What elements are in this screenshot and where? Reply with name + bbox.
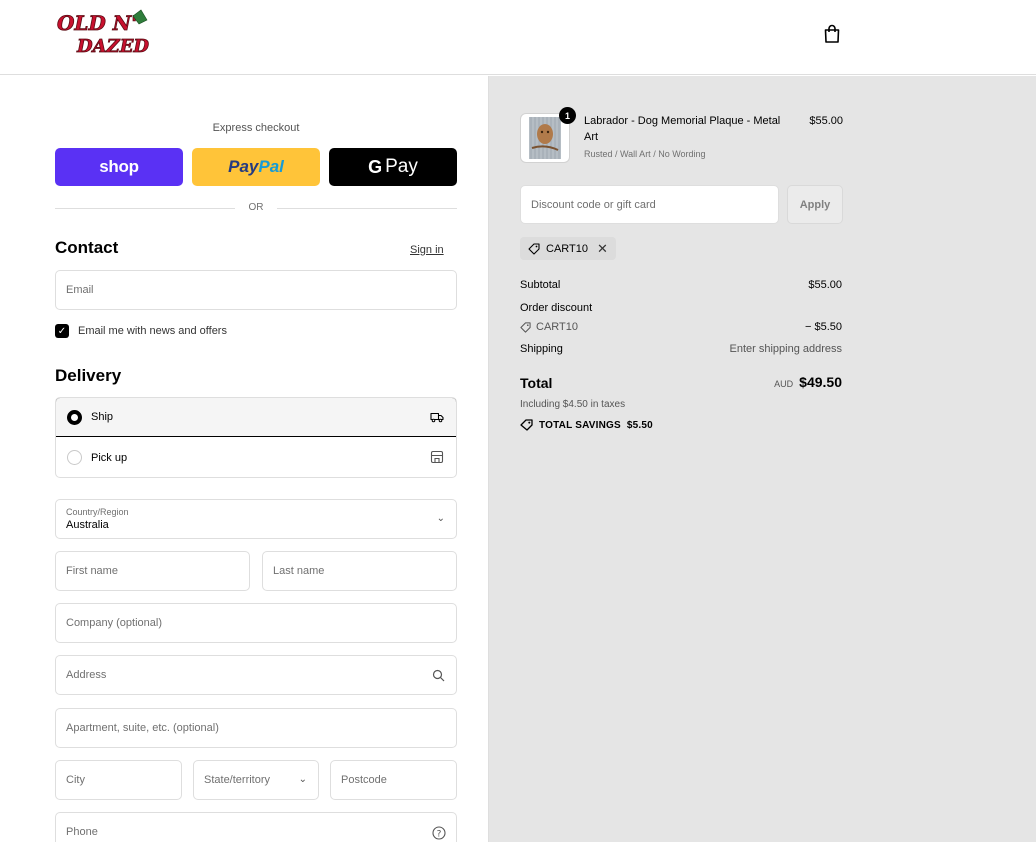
- truck-icon: [430, 412, 444, 423]
- country-label: Country/Region: [66, 506, 129, 517]
- apply-discount-button[interactable]: Apply: [787, 185, 843, 224]
- email-field[interactable]: Email: [55, 270, 457, 310]
- ship-label: Ship: [91, 411, 114, 423]
- city-placeholder: City: [66, 774, 85, 786]
- apartment-field[interactable]: Apartment, suite, etc. (optional): [55, 708, 457, 748]
- country-value: Australia: [66, 518, 109, 531]
- email-placeholder: Email: [66, 284, 94, 296]
- google-pay-label: Pay: [385, 156, 418, 177]
- remove-discount-icon[interactable]: ✕: [597, 241, 608, 257]
- total-amount: AUD $49.50: [774, 374, 842, 390]
- express-checkout-label: Express checkout: [212, 122, 300, 134]
- savings-value: $5.50: [626, 419, 653, 431]
- shop-pay-button[interactable]: shop: [55, 148, 183, 186]
- google-pay-button[interactable]: G Pay: [329, 148, 457, 186]
- news-checkbox[interactable]: ✓: [55, 324, 69, 338]
- help-icon[interactable]: ?: [432, 826, 446, 840]
- apartment-placeholder: Apartment, suite, etc. (optional): [66, 722, 219, 734]
- order-discount-label: Order discount: [520, 302, 593, 314]
- paypal-label-part1: Pay: [228, 157, 259, 176]
- ship-radio[interactable]: [67, 410, 82, 425]
- address-field[interactable]: Address: [55, 655, 457, 695]
- discount-code-label: CART10: [536, 321, 578, 333]
- savings-tag-icon: [520, 419, 533, 431]
- applied-code: CART10: [546, 242, 588, 255]
- total-label: Total: [520, 375, 553, 391]
- country-select[interactable]: Country/Region Australia ⌄: [55, 499, 457, 539]
- postcode-placeholder: Postcode: [341, 774, 387, 786]
- first-name-field[interactable]: First name: [55, 551, 250, 591]
- news-opt-in[interactable]: ✓ Email me with news and offers: [55, 324, 227, 338]
- phone-field[interactable]: Phone ?: [55, 812, 457, 842]
- discount-value: − $5.50: [804, 321, 842, 333]
- company-placeholder: Company (optional): [66, 617, 162, 629]
- phone-placeholder: Phone: [66, 826, 98, 838]
- cart-bag-icon[interactable]: [823, 24, 841, 44]
- state-placeholder: State/territory: [204, 774, 271, 786]
- subtotal-value: $55.00: [808, 279, 842, 291]
- contact-title: Contact: [55, 238, 119, 257]
- last-name-field[interactable]: Last name: [262, 551, 457, 591]
- or-divider: OR: [55, 202, 457, 214]
- paypal-button[interactable]: Pay Pal: [192, 148, 320, 186]
- discount-code-row: CART10: [520, 321, 578, 333]
- product-variant: Rusted / Wall Art / No Wording: [584, 149, 706, 159]
- discount-code-input[interactable]: Discount code or gift card: [520, 185, 779, 224]
- header: OLD N' DAZED: [0, 0, 1036, 75]
- pickup-label: Pick up: [91, 452, 128, 464]
- first-name-placeholder: First name: [66, 565, 118, 577]
- shop-pay-label: shop: [99, 157, 139, 176]
- quantity-badge: 1: [559, 107, 576, 124]
- svg-text:?: ?: [437, 829, 442, 839]
- shipping-value: Enter shipping address: [729, 343, 842, 355]
- company-field[interactable]: Company (optional): [55, 603, 457, 643]
- postcode-field[interactable]: Postcode: [330, 760, 457, 800]
- delivery-option-ship[interactable]: Ship: [56, 398, 456, 437]
- discount-placeholder: Discount code or gift card: [531, 198, 656, 211]
- shipping-label: Shipping: [520, 343, 563, 355]
- google-g-icon: G: [368, 156, 383, 177]
- or-label: OR: [248, 202, 264, 213]
- savings-label: TOTAL SAVINGS: [539, 419, 621, 431]
- delivery-title: Delivery: [55, 366, 122, 385]
- chevron-down-icon: ⌄: [436, 513, 445, 524]
- tag-icon: [520, 321, 531, 333]
- chevron-down-icon: ⌄: [298, 774, 307, 785]
- product-thumbnail: 1: [520, 107, 576, 163]
- total-savings: TOTAL SAVINGS $5.50: [520, 419, 653, 431]
- currency-code: AUD: [774, 379, 794, 389]
- state-select[interactable]: State/territory ⌄: [193, 760, 319, 800]
- tag-icon: [528, 242, 540, 255]
- tax-note: Including $4.50 in taxes: [520, 399, 626, 410]
- total-value: $49.50: [799, 374, 842, 390]
- store-icon: [430, 450, 444, 464]
- paypal-label-part2: Pal: [258, 157, 284, 176]
- order-summary: 1 Labrador - Dog Memorial Plaque - Metal…: [488, 76, 1036, 842]
- product-price: $55.00: [809, 115, 843, 127]
- address-placeholder: Address: [66, 669, 107, 681]
- subtotal-label: Subtotal: [520, 279, 561, 291]
- sign-in-link[interactable]: Sign in: [410, 244, 444, 256]
- svg-text:DAZED: DAZED: [76, 36, 149, 57]
- news-label: Email me with news and offers: [78, 325, 227, 337]
- delivery-method-group: Ship Pick up: [55, 397, 457, 478]
- store-logo[interactable]: OLD N' DAZED: [55, 8, 150, 60]
- checkout-form: Express checkout shop Pay Pal G Pay OR Co…: [0, 76, 488, 842]
- search-icon: [432, 669, 445, 682]
- delivery-option-pickup[interactable]: Pick up: [56, 438, 456, 477]
- city-field[interactable]: City: [55, 760, 182, 800]
- svg-text:OLD N': OLD N': [57, 11, 137, 35]
- last-name-placeholder: Last name: [273, 565, 325, 577]
- pickup-radio[interactable]: [67, 450, 82, 465]
- apply-label: Apply: [799, 198, 831, 211]
- applied-discount-chip: CART10 ✕: [520, 237, 616, 260]
- product-name: Labrador - Dog Memorial Plaque - Metal A…: [584, 115, 781, 143]
